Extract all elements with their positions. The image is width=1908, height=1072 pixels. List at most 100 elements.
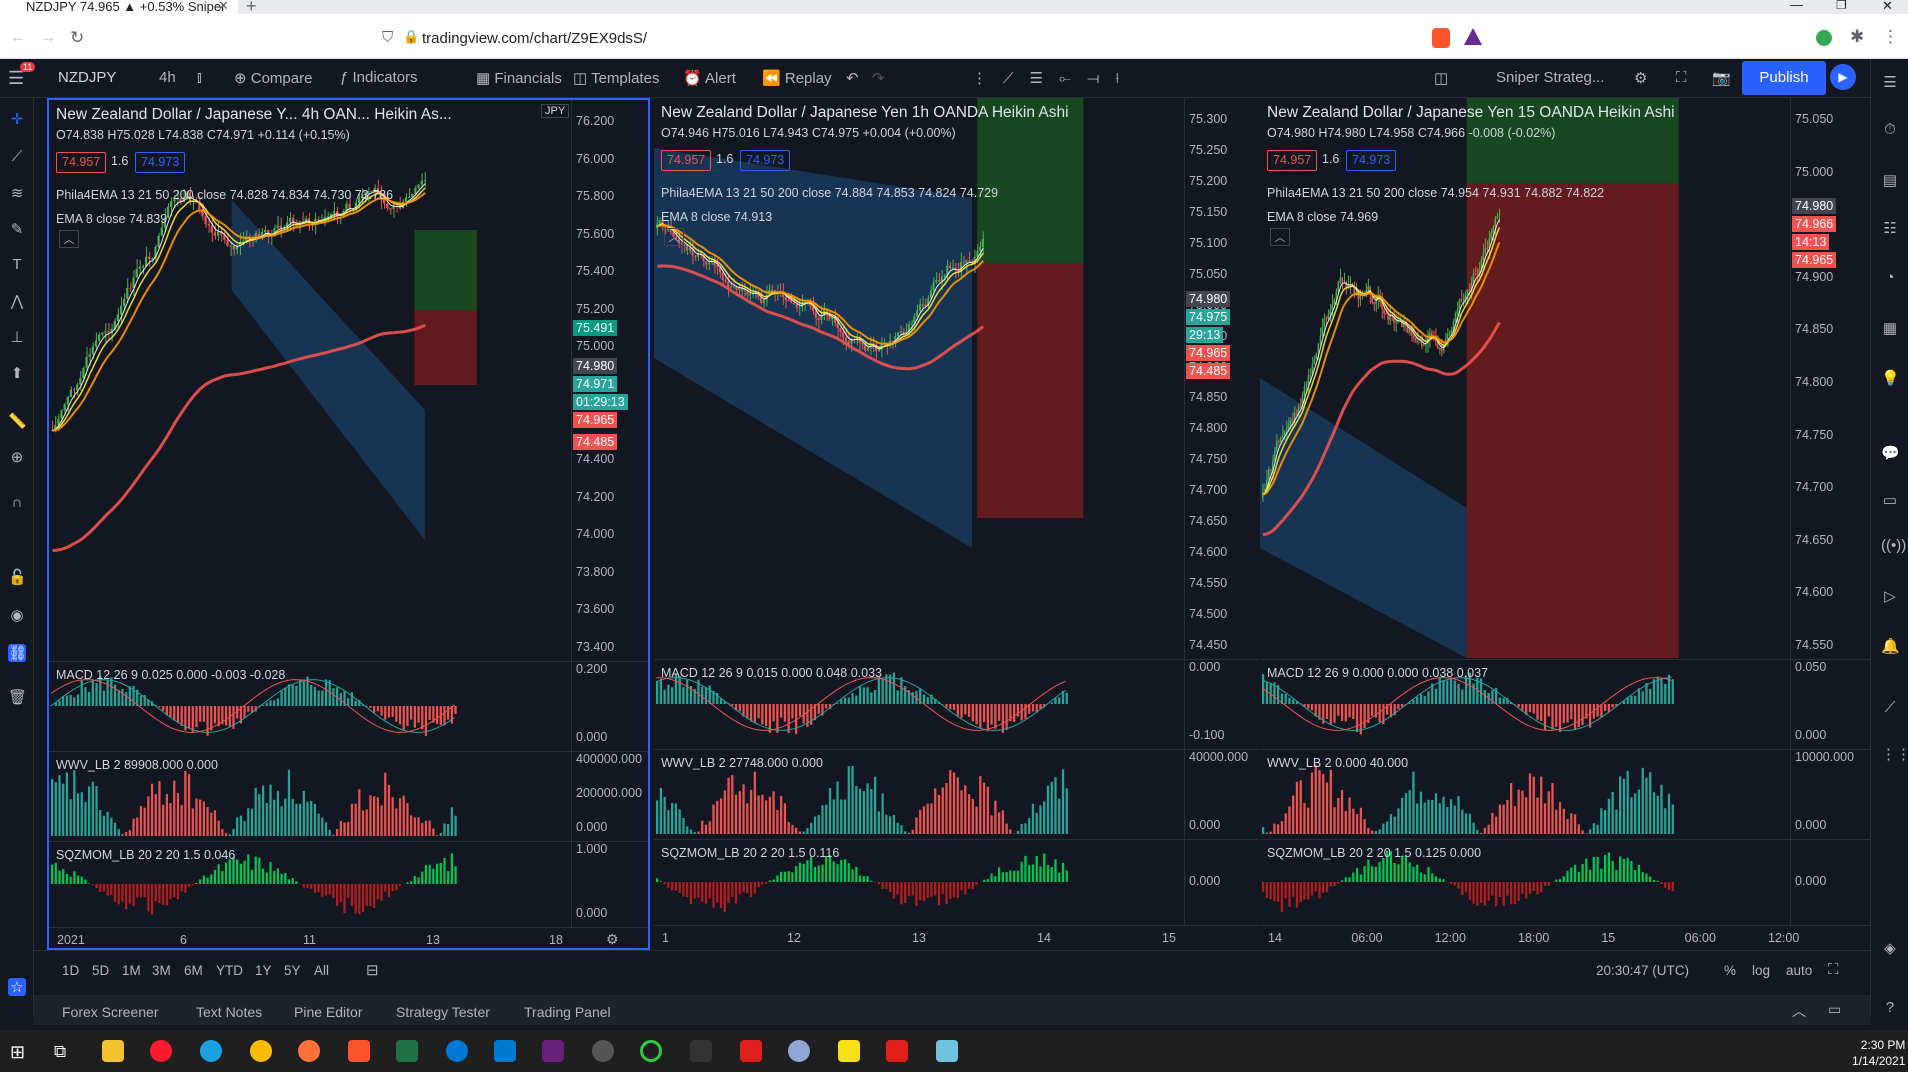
sell-price-button[interactable]: 74.957 xyxy=(1267,150,1318,171)
ruler-icon[interactable]: 📏 xyxy=(8,412,27,430)
indicators-button[interactable]: ƒ Indicators xyxy=(340,69,418,86)
utc-clock[interactable]: 20:30:47 (UTC) xyxy=(1596,963,1689,978)
chart-pane-2[interactable]: New Zealand Dollar / Japanese Yen 1h OAN… xyxy=(654,98,1258,950)
sell-price-button[interactable]: 74.957 xyxy=(56,152,107,173)
layout-grid-icon[interactable]: ◫ xyxy=(1434,69,1448,87)
stream-icon[interactable]: ▷ xyxy=(1881,587,1899,605)
collapse-legend-icon[interactable]: ︿ xyxy=(59,230,79,248)
sqzmom-legend[interactable]: SQZMOM_LB 20 2 20 1.5 0.046 xyxy=(56,848,235,862)
log-toggle[interactable]: log xyxy=(1752,963,1770,978)
ema-legend[interactable]: Phila4EMA 13 21 50 200 close 74.884 74.8… xyxy=(661,186,998,200)
pattern-icon[interactable]: ⋀ xyxy=(8,292,26,310)
network-app-icon[interactable] xyxy=(936,1040,958,1062)
currency-label[interactable]: JPY xyxy=(541,104,570,118)
price-chart-canvas[interactable] xyxy=(654,98,1184,658)
trendline-icon[interactable]: ⟋ xyxy=(8,148,26,166)
puzzle-icon[interactable]: ✱ xyxy=(1850,27,1864,47)
tab-close-icon[interactable]: ✕ xyxy=(218,0,229,14)
window-maximize-button[interactable]: ❐ xyxy=(1836,0,1847,12)
vscode-icon[interactable] xyxy=(494,1040,516,1062)
buy-price-button[interactable]: 74.973 xyxy=(135,152,186,173)
swift-icon[interactable] xyxy=(446,1040,468,1062)
text-icon[interactable]: T xyxy=(8,256,26,274)
trash-icon[interactable]: 🗑 xyxy=(8,688,27,706)
sqzmom-legend[interactable]: SQZMOM_LB 20 2 20 1.5 0.125 0.000 xyxy=(1267,846,1481,860)
r-app-icon[interactable] xyxy=(788,1040,810,1062)
fullscreen-icon[interactable]: ⛶ xyxy=(1676,69,1687,86)
crosshair-icon[interactable]: ✛ xyxy=(8,110,26,128)
link-icon[interactable]: ⛓ xyxy=(8,644,27,662)
brave-rewards-icon[interactable] xyxy=(1464,28,1482,45)
macd-legend[interactable]: MACD 12 26 9 0.025 0.000 -0.003 -0.028 xyxy=(56,668,285,682)
data-window-icon[interactable]: ▤ xyxy=(1881,171,1899,189)
chart-pane-1[interactable]: New Zealand Dollar / Japanese Y... 4h OA… xyxy=(47,98,650,950)
hotlist-icon[interactable]: ☷ xyxy=(1881,219,1899,237)
collapse-legend-icon[interactable]: ︿ xyxy=(664,228,684,246)
fit-icon[interactable]: ⛶ xyxy=(1828,961,1839,978)
timeframe-button-1y[interactable]: 1Y xyxy=(255,963,272,978)
chart-title[interactable]: New Zealand Dollar / Japanese Yen 1h OAN… xyxy=(661,104,1069,122)
ema-legend[interactable]: Phila4EMA 13 21 50 200 close 74.828 74.8… xyxy=(56,188,393,202)
wwv-legend[interactable]: WWV_LB 2 89908.000 0.000 xyxy=(56,758,218,772)
window-minimize-button[interactable]: — xyxy=(1790,0,1803,12)
wwv-legend[interactable]: WWV_LB 2 0.000 40.000 xyxy=(1267,756,1408,770)
timeframe-button-6m[interactable]: 6M xyxy=(184,963,203,978)
chart-type-icon[interactable]: ⫾ xyxy=(197,69,202,86)
gear-app-icon[interactable] xyxy=(592,1040,614,1062)
chrome-icon[interactable] xyxy=(250,1040,272,1062)
undo-icon[interactable]: ↶ xyxy=(846,69,859,87)
ideas-icon[interactable]: ▦ xyxy=(1881,319,1899,337)
bell-icon[interactable]: 🔔 xyxy=(1881,637,1900,655)
p-app-icon[interactable] xyxy=(886,1040,908,1062)
prediction-icon[interactable]: ⊥ xyxy=(8,328,26,346)
buy-price-button[interactable]: 74.973 xyxy=(1346,150,1397,171)
brush-icon[interactable]: ✎ xyxy=(8,220,26,238)
file-explorer-icon[interactable] xyxy=(102,1040,124,1062)
pane-separator[interactable] xyxy=(49,927,648,928)
compare-button[interactable]: ⊕ Compare xyxy=(234,69,312,87)
firefox-icon[interactable] xyxy=(298,1040,320,1062)
eye-icon[interactable]: ◉ xyxy=(8,606,26,624)
buy-price-button[interactable]: 74.973 xyxy=(740,150,791,171)
bookmark-icon[interactable]: ⛉ xyxy=(382,29,393,46)
calendar-icon[interactable]: ◔ xyxy=(1881,269,1899,287)
url-input[interactable]: tradingview.com/chart/Z9EX9dsS/ xyxy=(422,30,647,47)
bulb-icon[interactable]: 💡 xyxy=(1881,369,1900,387)
symbol-search-button[interactable]: NZDJPY xyxy=(58,69,116,86)
layers-icon[interactable]: ◈ xyxy=(1881,939,1899,957)
chart-title[interactable]: New Zealand Dollar / Japanese Yen 15 OAN… xyxy=(1267,104,1675,122)
ema-legend[interactable]: Phila4EMA 13 21 50 200 close 74.954 74.9… xyxy=(1267,186,1604,200)
bottom-tab-text-notes[interactable]: Text Notes xyxy=(196,1004,262,1020)
sqzmom-legend[interactable]: SQZMOM_LB 20 2 20 1.5 0.116 xyxy=(661,846,839,860)
play-circle-icon[interactable]: ▶ xyxy=(1830,64,1856,90)
trend-icon[interactable]: ⟋ xyxy=(1881,699,1899,717)
macd-legend[interactable]: MACD 12 26 9 0.015 0.000 0.048 0.033 xyxy=(661,666,882,680)
help-icon[interactable]: ? xyxy=(1881,999,1899,1017)
percent-toggle[interactable]: % xyxy=(1724,963,1736,978)
windows-start-icon[interactable]: ⊞ xyxy=(10,1042,25,1063)
signals-icon[interactable]: ((•)) xyxy=(1881,537,1906,555)
arrow-up-icon[interactable]: ⬆ xyxy=(8,364,26,382)
timeframe-button-ytd[interactable]: YTD xyxy=(216,963,243,978)
redo-icon[interactable]: ↷ xyxy=(872,69,885,87)
timeframe-button-1d[interactable]: 1D xyxy=(62,963,79,978)
axis-settings-icon[interactable]: ⚙ xyxy=(606,931,619,948)
auto-toggle[interactable]: auto xyxy=(1786,963,1812,978)
sell-price-button[interactable]: 74.957 xyxy=(661,150,712,171)
chat-icon[interactable]: 💬 xyxy=(1881,444,1900,462)
browser-tab[interactable]: NZDJPY 74.965 ▲ +0.53% Sniper xyxy=(0,0,238,14)
task-view-icon[interactable]: ⧉ xyxy=(54,1042,66,1062)
dom-icon[interactable]: ⋮⋮ xyxy=(1881,745,1908,763)
replay-button[interactable]: ⏪ Replay xyxy=(762,69,832,87)
bottom-tab-forex-screener[interactable]: Forex Screener xyxy=(62,1004,158,1020)
star-icon[interactable]: ☆ xyxy=(8,978,26,996)
ema8-legend[interactable]: EMA 8 close 74.839 xyxy=(56,212,167,226)
price-chart-canvas[interactable] xyxy=(1260,98,1790,658)
price-chart-canvas[interactable] xyxy=(49,100,571,660)
alert-button[interactable]: ⏰ Alert xyxy=(683,69,736,87)
pane-separator[interactable] xyxy=(1260,925,1870,926)
ema8-legend[interactable]: EMA 8 close 74.913 xyxy=(661,210,772,224)
chart-pane-3[interactable]: New Zealand Dollar / Japanese Yen 15 OAN… xyxy=(1260,98,1870,950)
ema8-legend[interactable]: EMA 8 close 74.969 xyxy=(1267,210,1378,224)
layout-name-button[interactable]: Sniper Strateg... xyxy=(1496,69,1604,86)
